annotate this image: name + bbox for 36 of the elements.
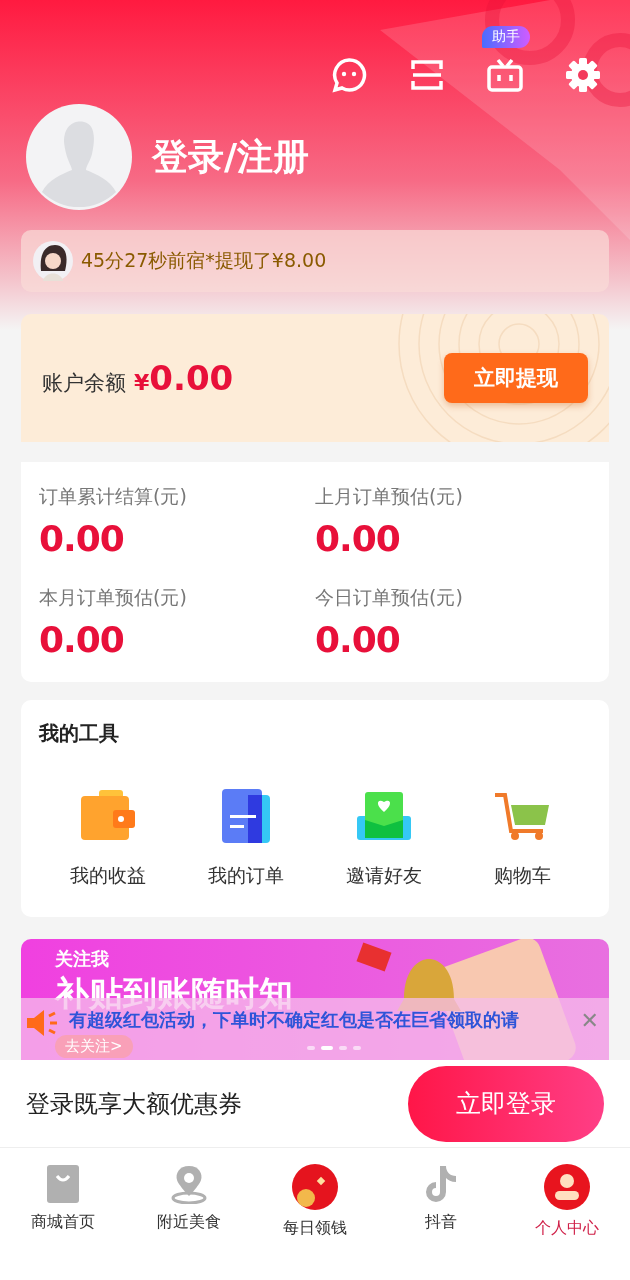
tool-label[interactable]: 购物车 [493, 863, 551, 889]
stat-label: 上月订单预估(元) [315, 484, 464, 509]
withdrawal-ticker: 45分27秒前宿*提现了¥8.00 [81, 248, 327, 273]
speaker-icon [25, 1008, 59, 1038]
tool-label[interactable]: 我的订单 [208, 863, 284, 889]
nav-tab[interactable]: 个人中心 [504, 1164, 630, 1280]
stat-value: 0.00 [39, 518, 125, 559]
section-title: 我的工具 [39, 720, 120, 747]
profile-icon [544, 1164, 590, 1210]
account-balance: 账户余额 ¥0.00 [42, 358, 234, 398]
settings-icon[interactable] [564, 56, 602, 94]
stat-value: 0.00 [315, 619, 401, 660]
stat-value: 0.00 [39, 619, 125, 660]
banner-subtitle: 关注我 [55, 947, 110, 971]
tool-label[interactable]: 邀请好友 [346, 863, 422, 889]
stat-label: 订单累计结算(元) [39, 484, 188, 509]
login-button[interactable]: 立即登录 [408, 1065, 604, 1142]
notice-text: 有超级红包活动，下单时不确定红包是否在巨省领取的请 [69, 1009, 520, 1032]
message-icon[interactable] [330, 56, 368, 94]
stat-label: 本月订单预估(元) [39, 585, 188, 610]
stat-label: 今日订单预估(元) [315, 585, 464, 610]
stat-value: 0.00 [315, 518, 401, 559]
avatar[interactable] [26, 104, 132, 210]
nav-tab[interactable]: 每日领钱 [252, 1164, 378, 1280]
tool-label[interactable]: 我的收益 [70, 863, 146, 889]
nav-tab[interactable]: 商城首页 [0, 1164, 126, 1280]
document-icon [220, 787, 272, 845]
assistant-badge: 助手 [482, 26, 530, 48]
user-avatar [33, 241, 73, 281]
coupon-promo-text: 登录既享大额优惠券 [26, 1088, 242, 1120]
shopping-bag-icon [46, 1164, 80, 1204]
nav-tab[interactable]: 附近美食 [126, 1164, 252, 1280]
money-icon [292, 1164, 338, 1210]
nav-tab[interactable]: 抖音 [378, 1164, 504, 1280]
location-pin-icon [171, 1164, 207, 1204]
music-note-icon [424, 1164, 458, 1204]
